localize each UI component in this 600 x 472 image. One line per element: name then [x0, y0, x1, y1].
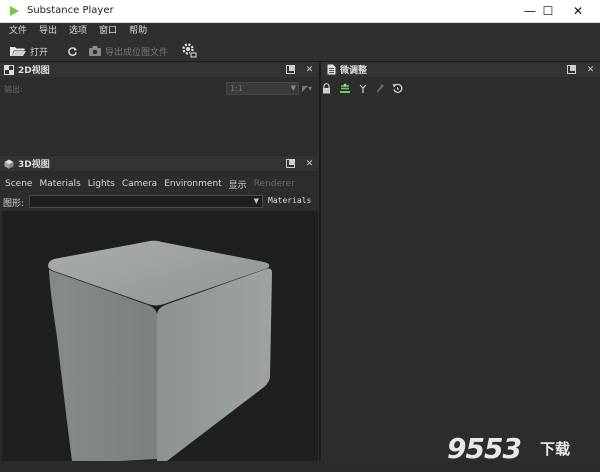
panel-3d-header: 3D视图 ✕ [0, 156, 319, 171]
chevron-down-icon: ▼ [253, 197, 259, 205]
panel-2d-header: 2D视图 ✕ [0, 62, 319, 77]
tab-lights[interactable]: Lights [86, 179, 117, 189]
settings-button[interactable] [180, 42, 198, 58]
shape-select[interactable]: ▼ [29, 195, 263, 208]
refresh-icon [68, 46, 78, 56]
close-button[interactable]: ✕ [563, 0, 593, 22]
panel-tweaks-close-icon[interactable]: ✕ [585, 64, 596, 75]
watermark-sub: 下载 [540, 440, 571, 458]
panel-3d-tabs: Scene Materials Lights Camera Environmen… [0, 176, 319, 192]
menu-export[interactable]: 导出 [33, 23, 63, 40]
panel-3d-title: 3D视图 [18, 160, 50, 170]
link-icon[interactable] [358, 83, 368, 94]
tab-materials[interactable]: Materials [37, 179, 82, 189]
title-bar: Substance Player — ☐ ✕ [0, 0, 600, 23]
output-label: 输出: [4, 85, 23, 94]
refresh-button[interactable] [67, 43, 78, 59]
panel-2d-close-icon[interactable]: ✕ [304, 64, 315, 75]
channel-menu-icon[interactable]: ◤▾ [302, 84, 312, 93]
gear-settings-icon [182, 43, 197, 58]
panel-tweaks-header: 微调整 ✕ [321, 62, 600, 77]
cube-3d-icon [4, 159, 14, 169]
tab-camera[interactable]: Camera [120, 179, 159, 189]
menu-window[interactable]: 窗口 [93, 23, 123, 40]
tweaks-toolbar [322, 83, 403, 95]
2d-view-icon [4, 64, 14, 75]
export-bitmap-button[interactable]: 导出成位图文件 [88, 43, 168, 59]
undock-icon[interactable] [285, 158, 296, 169]
tab-scene[interactable]: Scene [3, 179, 34, 189]
undock-icon[interactable] [285, 64, 296, 75]
menu-file[interactable]: 文件 [3, 23, 33, 40]
zoom-value: 1:1 [230, 84, 243, 93]
3d-viewport[interactable] [2, 211, 318, 461]
export-bitmap-label: 导出成位图文件 [105, 47, 169, 58]
menu-help[interactable]: 帮助 [123, 23, 153, 40]
shape-row: 图形: ▼ Materials [0, 193, 319, 210]
window-title: Substance Player [27, 5, 114, 16]
lock-icon[interactable] [322, 83, 331, 94]
watermark-logo: 9553 [447, 432, 522, 465]
open-button[interactable]: 打开 [9, 43, 48, 59]
menu-options[interactable]: 选项 [63, 23, 93, 40]
tab-environment[interactable]: Environment [162, 179, 223, 189]
document-icon [327, 64, 336, 75]
toolbar: 打开 导出成位图文件 [0, 40, 600, 62]
panel-2d-title: 2D视图 [18, 66, 50, 76]
open-label: 打开 [30, 47, 49, 58]
materials-button[interactable]: Materials [268, 196, 311, 205]
tab-renderer[interactable]: Renderer [252, 179, 297, 189]
presets-icon[interactable] [339, 83, 351, 94]
folder-open-icon [10, 47, 26, 56]
maximize-button[interactable]: ☐ [533, 0, 563, 22]
camera-icon [89, 46, 101, 56]
cube-render [48, 240, 272, 461]
tab-display[interactable]: 显示 [227, 178, 249, 191]
panel-tweaks-title: 微调整 [340, 66, 368, 76]
zoom-select[interactable]: 1:1 ▼ [226, 82, 299, 95]
reset-icon[interactable] [392, 83, 403, 94]
undock-icon[interactable] [566, 64, 577, 75]
chevron-down-icon: ▼ [290, 84, 296, 92]
pin-icon[interactable] [376, 83, 385, 94]
panel-3d-close-icon[interactable]: ✕ [304, 158, 315, 169]
menu-bar: 文件 导出 选项 窗口 帮助 [0, 23, 600, 40]
panel-tweaks-body [321, 77, 600, 461]
substance-player-icon [10, 6, 19, 16]
shape-label: 图形: [3, 199, 25, 209]
